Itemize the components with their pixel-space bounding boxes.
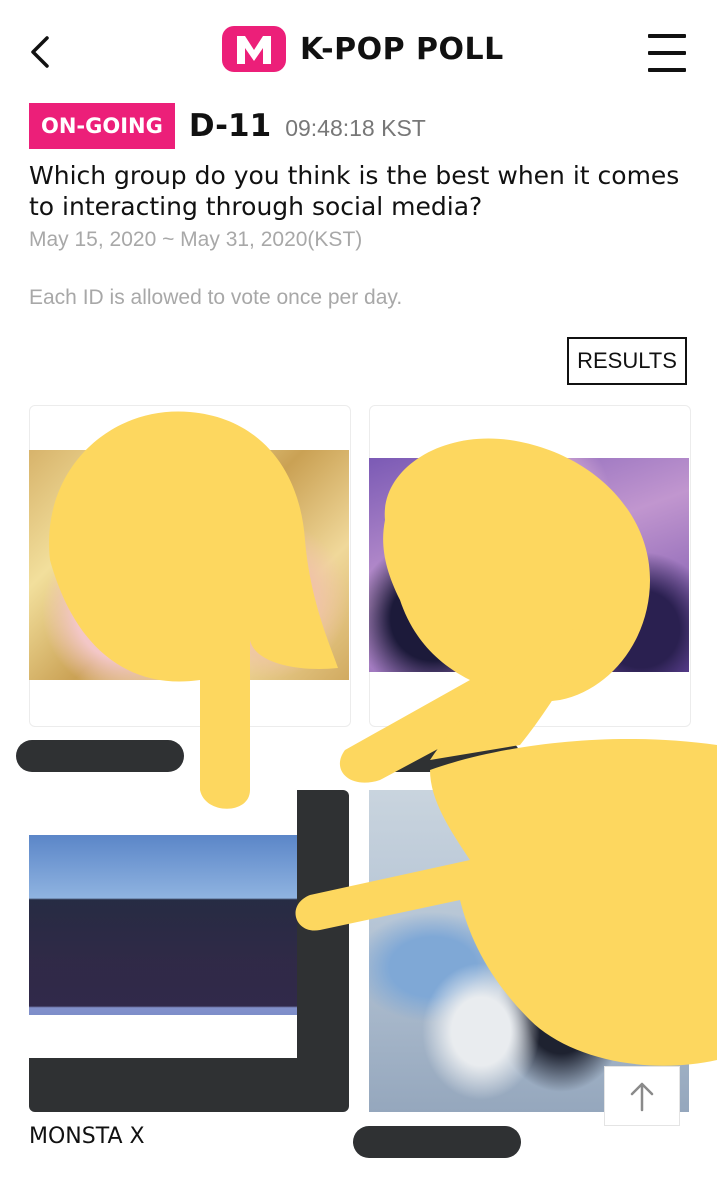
mnet-logo-icon xyxy=(222,26,286,72)
d-day-counter: D-11 xyxy=(188,108,272,144)
candidate-photo[interactable] xyxy=(29,450,349,680)
redacted-name-bar xyxy=(376,740,520,772)
app-header: K-POP POLL xyxy=(0,0,717,100)
poll-question: Which group do you think is the best whe… xyxy=(29,161,680,221)
redacted-name-bar xyxy=(353,1126,521,1158)
brand: K-POP POLL xyxy=(222,26,504,72)
candidate-photo-monsta-x[interactable] xyxy=(29,835,297,1015)
redacted-name-bar xyxy=(16,740,184,772)
candidate-photo[interactable] xyxy=(369,790,689,1112)
scroll-to-top-button[interactable] xyxy=(604,1066,680,1126)
time-remaining: 09:48:18 KST xyxy=(285,114,426,141)
page-title: K-POP POLL xyxy=(300,31,504,67)
candidate-name: MONSTA X xyxy=(29,1124,145,1149)
hamburger-menu-icon xyxy=(648,34,686,38)
poll-period: May 15, 2020 ~ May 31, 2020(KST) xyxy=(29,228,363,251)
menu-button[interactable] xyxy=(648,34,692,72)
results-button[interactable]: RESULTS xyxy=(567,337,687,385)
back-button[interactable] xyxy=(18,30,62,74)
candidate-photo[interactable] xyxy=(369,458,689,672)
status-badge: ON-GOING xyxy=(29,103,175,149)
vote-rule: Each ID is allowed to vote once per day. xyxy=(29,286,403,309)
poll-status-row: ON-GOING D-11 09:48:18 KST xyxy=(29,103,426,149)
chevron-left-icon xyxy=(31,36,49,68)
arrow-up-icon xyxy=(630,1082,654,1112)
